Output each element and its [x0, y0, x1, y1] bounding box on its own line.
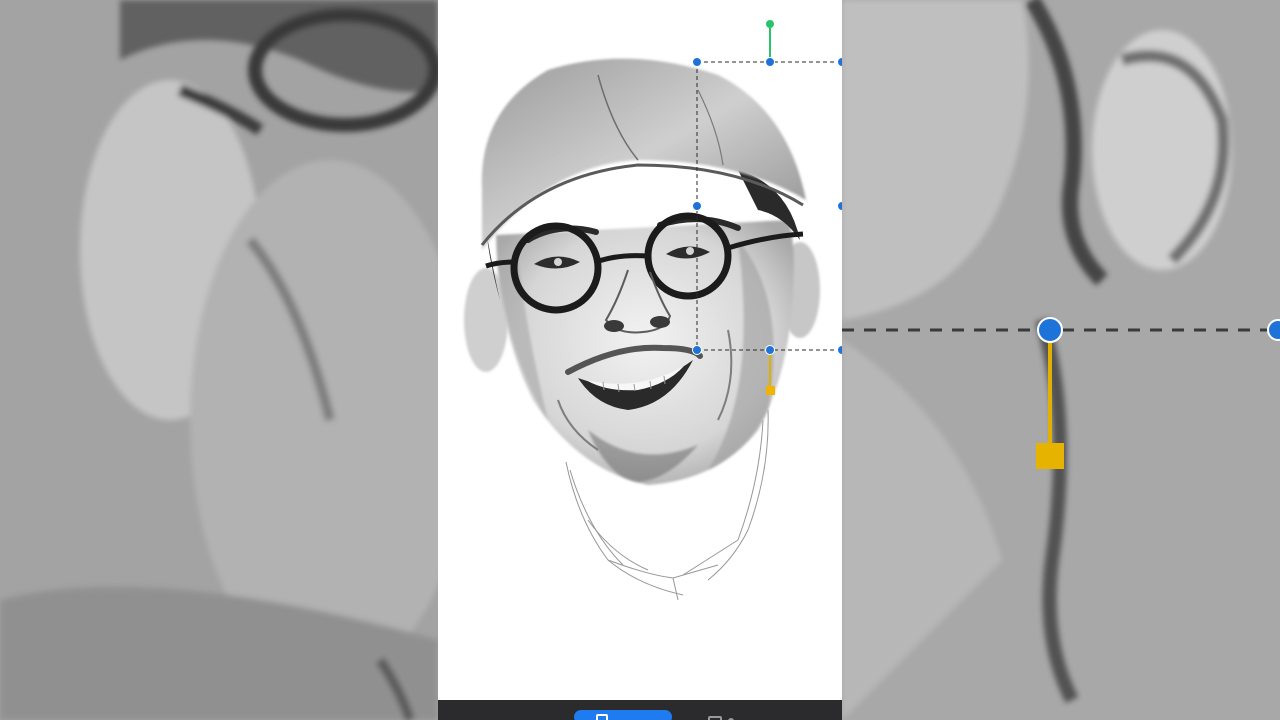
transform-handle-middle-left[interactable]	[692, 201, 702, 211]
transform-handle-top-middle[interactable]	[765, 57, 775, 67]
active-tool-button[interactable]	[574, 710, 672, 720]
square-outline-icon[interactable]	[708, 716, 722, 720]
phone-screen	[438, 0, 842, 720]
transform-handle-bottom-right[interactable]	[837, 345, 842, 355]
backdrop-left-zoomed-artwork	[0, 0, 438, 720]
anchor-point-handle[interactable]	[766, 386, 775, 395]
transform-handle-bottom-middle[interactable]	[765, 345, 775, 355]
layer-square-icon	[596, 714, 608, 720]
transform-handle-top-left[interactable]	[692, 57, 702, 67]
transform-handle-bottom-left[interactable]	[692, 345, 702, 355]
backdrop-left-art	[0, 0, 438, 720]
backdrop-right-art	[842, 0, 1280, 720]
rotate-handle[interactable]	[766, 20, 774, 28]
transform-handle-top-right[interactable]	[837, 57, 842, 67]
screen	[0, 0, 1280, 720]
backdrop-right-zoomed-artwork	[842, 0, 1280, 720]
bottom-toolbar	[438, 700, 842, 720]
transform-handle-middle-right[interactable]	[837, 201, 842, 211]
portrait-artwork	[464, 24, 842, 601]
drawing-canvas[interactable]	[438, 0, 842, 700]
